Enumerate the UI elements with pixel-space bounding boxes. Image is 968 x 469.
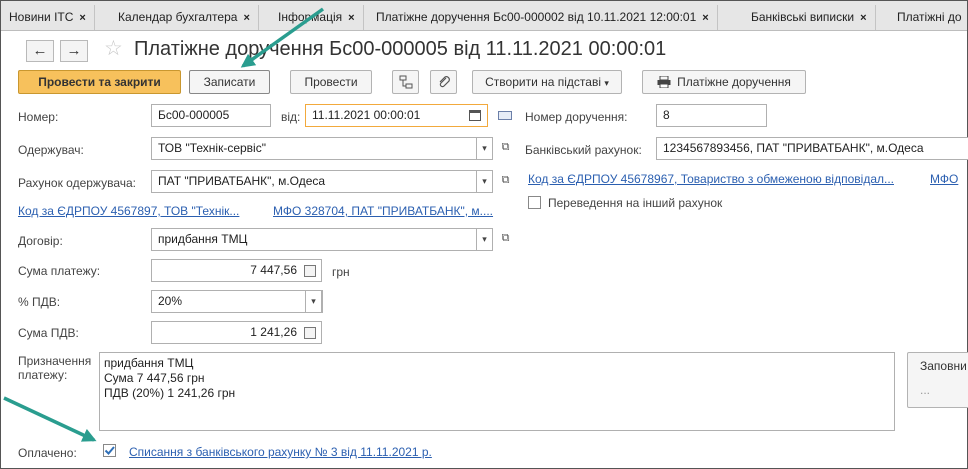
purpose-label-line-1: Призначення [18, 354, 92, 368]
print-label: Платіжне доручення [677, 75, 791, 89]
recipient-field[interactable]: ТОВ "Технік-сервіс" [151, 137, 477, 160]
open-icon: ⧉ [501, 174, 510, 186]
close-icon[interactable]: × [243, 12, 249, 24]
fill-button-dots: ... [920, 383, 931, 397]
save-button[interactable]: Записати [189, 70, 270, 94]
tab-label: Платіжні до [897, 10, 962, 24]
calculator-icon[interactable] [304, 265, 316, 277]
tab-bank-statements[interactable]: Банківські виписки × [743, 5, 876, 30]
paid-checkbox[interactable] [103, 444, 116, 457]
contract-label: Договір: [18, 234, 63, 248]
order-number-label: Номер доручення: [525, 110, 628, 124]
calculator-icon[interactable] [304, 327, 316, 339]
purpose-line: придбання ТМЦ [104, 356, 194, 370]
dropdown-icon: ▾ [604, 78, 609, 88]
vat-rate-dropdown[interactable]: ▾ [305, 290, 322, 313]
recipient-dropdown[interactable]: ▾ [476, 137, 493, 160]
tab-accountant-calendar[interactable]: Календар бухгалтера × [110, 5, 259, 30]
tab-label: Інформація [278, 10, 343, 24]
star-icon[interactable]: ☆ [104, 36, 123, 61]
vat-amount-label: Сума ПДВ: [18, 326, 79, 340]
post-button[interactable]: Провести [290, 70, 372, 94]
tab-itc-news[interactable]: Новини ІТС × [1, 5, 95, 30]
transfer-other-account-label: Переведення на інший рахунок [548, 196, 723, 210]
organization-edrpou-link[interactable]: Код за ЄДРПОУ 45678967, Товариство з обм… [528, 172, 894, 186]
recipient-account-field[interactable]: ПАТ "ПРИВАТБАНК", м.Одеса [151, 170, 477, 193]
open-icon: ⧉ [501, 141, 510, 153]
fill-button-label: Заповни [920, 359, 967, 373]
checkmark-icon [104, 446, 115, 455]
vat-rate-label: % ПДВ: [18, 295, 61, 309]
tab-label: Календар бухгалтера [118, 10, 238, 24]
date-label: від: [281, 110, 301, 124]
forward-button[interactable]: → [60, 40, 88, 62]
printer-icon [657, 75, 671, 89]
structure-button[interactable] [392, 70, 419, 94]
recipient-edrpou-link[interactable]: Код за ЄДРПОУ 4567897, ТОВ "Технік... [18, 204, 239, 218]
purpose-line: Сума 7 447,56 грн [104, 371, 205, 385]
organization-mfo-link[interactable]: МФО [930, 172, 958, 186]
open-contract-button[interactable]: ⧉ [497, 228, 514, 251]
open-icon: ⧉ [501, 232, 510, 244]
paid-document-link[interactable]: Списання з банківського рахунку № 3 від … [129, 445, 432, 459]
arrow-left-icon: ← [32, 42, 48, 59]
purpose-label-line-2: платежу: [18, 368, 68, 382]
open-recipient-account-button[interactable]: ⧉ [497, 170, 514, 193]
number-label: Номер: [18, 110, 59, 124]
paperclip-icon [439, 76, 450, 88]
vat-amount-field[interactable]: 1 241,26 [151, 321, 322, 344]
contract-field[interactable]: придбання ТМЦ [151, 228, 477, 251]
tab-label: Новини ІТС [9, 10, 74, 24]
tab-label: Банківські виписки [751, 10, 855, 24]
chevron-down-icon: ▾ [482, 143, 487, 153]
arrow-right-icon: → [66, 42, 82, 59]
transfer-other-account-checkbox[interactable] [528, 196, 541, 209]
payment-purpose-textarea[interactable]: придбання ТМЦ Сума 7 447,56 грн ПДВ (20%… [99, 352, 895, 431]
tab-information[interactable]: Інформація × [270, 5, 364, 30]
recipient-account-dropdown[interactable]: ▾ [476, 170, 493, 193]
post-and-close-button[interactable]: Провести та закрити [18, 70, 181, 94]
tab-bar: Новини ІТС × Календар бухгалтера × Інформа… [1, 1, 967, 31]
recipient-account-label: Рахунок одержувача: [18, 176, 136, 190]
amount-label: Сума платежу: [18, 264, 101, 278]
recipient-label: Одержувач: [18, 143, 84, 157]
order-number-field[interactable]: 8 [656, 104, 767, 127]
date-field[interactable]: 11.11.2021 00:00:01 [305, 104, 488, 127]
recipient-mfo-link[interactable]: МФО 328704, ПАТ "ПРИВАТБАНК", м.... [273, 204, 493, 218]
print-payment-order-button[interactable]: Платіжне доручення [642, 70, 806, 94]
structure-icon [399, 75, 412, 89]
currency-label: грн [332, 265, 350, 279]
close-icon[interactable]: × [860, 12, 866, 24]
tab-payment-order-000002[interactable]: Платіжне доручення Бс00-000002 від 10.11… [368, 5, 718, 30]
amount-field[interactable]: 7 447,56 [151, 259, 322, 282]
tab-payment-orders[interactable]: Платіжні до [889, 5, 967, 30]
close-icon[interactable]: × [702, 12, 708, 24]
calendar-icon[interactable] [469, 110, 481, 121]
purpose-line: ПДВ (20%) 1 241,26 грн [104, 386, 236, 400]
chevron-down-icon: ▾ [482, 176, 487, 186]
open-recipient-button[interactable]: ⧉ [497, 137, 514, 160]
tab-label: Платіжне доручення Бс00-000002 від 10.11… [376, 10, 697, 24]
paid-label: Оплачено: [18, 446, 77, 460]
contract-dropdown[interactable]: ▾ [476, 228, 493, 251]
attachment-button[interactable] [430, 70, 457, 94]
vat-rate-select[interactable]: 20% [151, 290, 323, 313]
back-button[interactable]: ← [26, 40, 54, 62]
close-icon[interactable]: × [348, 12, 354, 24]
create-based-on-label: Створити на підставі [485, 75, 601, 89]
close-icon[interactable]: × [79, 12, 85, 24]
bank-account-field[interactable]: 1234567893456, ПАТ "ПРИВАТБАНК", м.Одеса [656, 137, 968, 160]
keyboard-icon[interactable] [498, 111, 512, 120]
bank-account-label: Банківський рахунок: [525, 143, 642, 157]
page-title: Платіжне доручення Бс00-000005 від 11.11… [134, 38, 667, 60]
create-based-on-button[interactable]: Створити на підставі ▾ [472, 70, 622, 94]
number-field[interactable]: Бс00-000005 [151, 104, 271, 127]
chevron-down-icon: ▾ [311, 296, 316, 306]
chevron-down-icon: ▾ [482, 234, 487, 244]
fill-button[interactable]: Заповни ... [907, 352, 968, 408]
